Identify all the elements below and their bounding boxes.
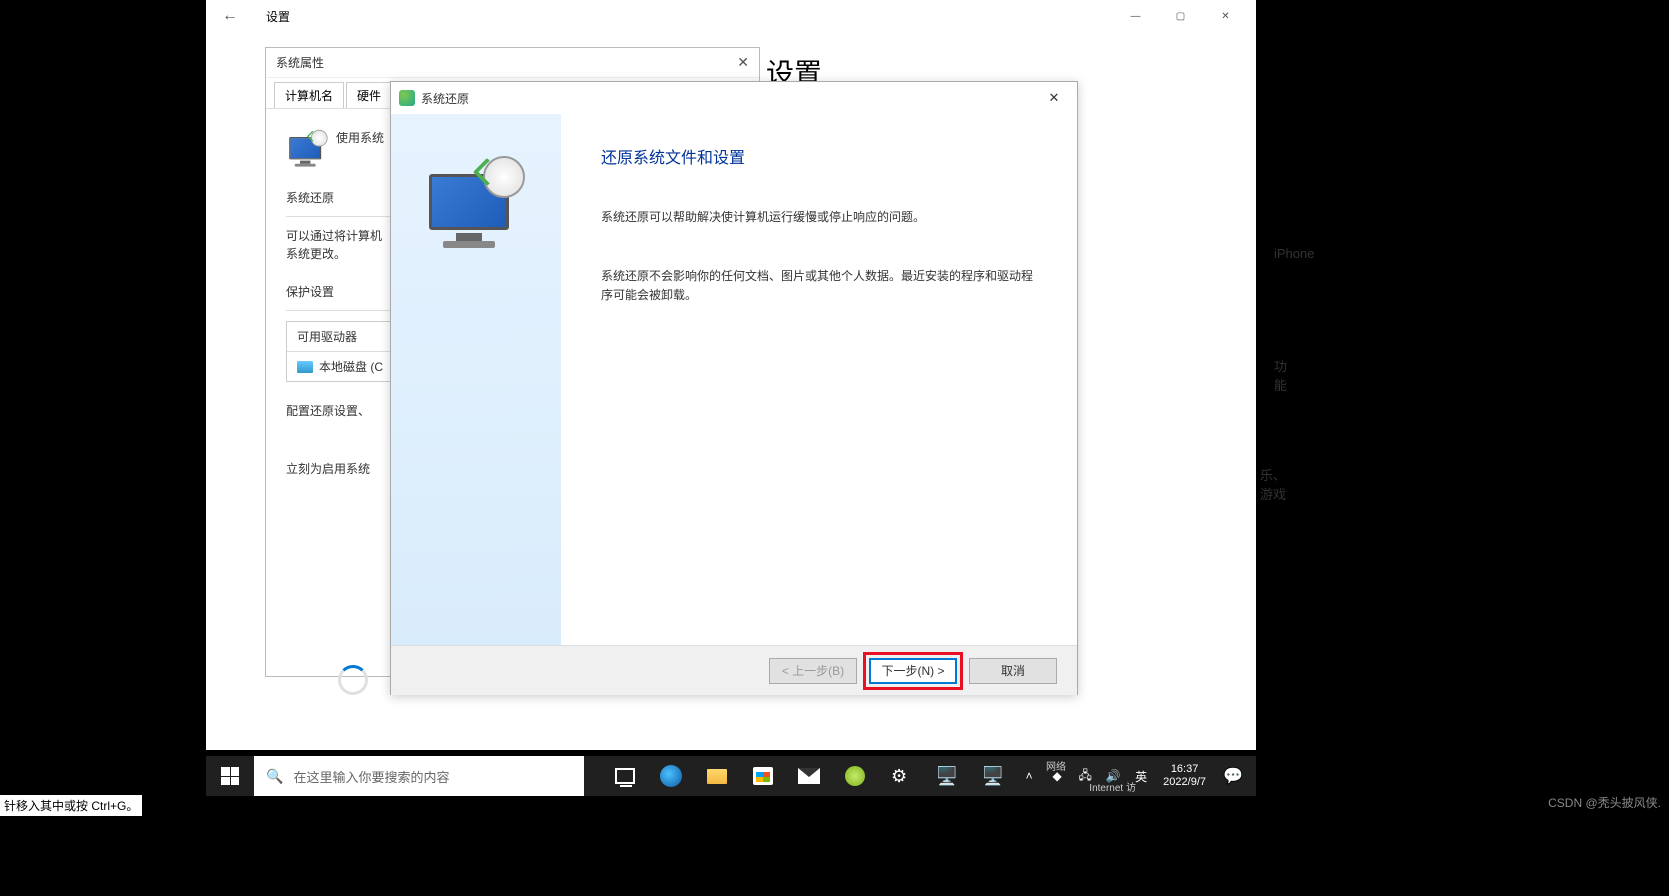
settings-titlebar: ← 设置 — ▢ ✕: [206, 0, 1256, 32]
wizard-title: 系统还原: [421, 90, 469, 107]
wizard-footer: < 上一步(B) 下一步(N) > 取消: [391, 645, 1077, 695]
windows-logo-icon: [221, 767, 239, 785]
close-icon[interactable]: ✕: [737, 54, 749, 71]
settings-side-text: 乐、游戏: [1260, 465, 1286, 503]
start-button[interactable]: [206, 756, 254, 796]
store-icon[interactable]: [742, 756, 784, 796]
minimize-icon[interactable]: —: [1113, 2, 1158, 30]
monitor-clock-icon: [421, 154, 531, 254]
wizard-paragraph-1: 系统还原可以帮助解决使计算机运行缓慢或停止响应的问题。: [601, 208, 1037, 227]
tray-overflow-icon[interactable]: ˄: [1017, 756, 1041, 796]
tab-hardware[interactable]: 硬件: [346, 82, 392, 108]
close-icon[interactable]: ✕: [1203, 2, 1248, 30]
tab-computer-name[interactable]: 计算机名: [274, 82, 344, 108]
highlight-annotation: 下一步(N) >: [863, 652, 963, 690]
wizard-paragraph-2: 系统还原不会影响你的任何文档、图片或其他个人数据。最近安装的程序和驱动程序可能会…: [601, 267, 1037, 305]
tray-clock[interactable]: 16:37 2022/9/7: [1157, 763, 1212, 789]
settings-window-title: 设置: [266, 8, 290, 25]
app-icon-2[interactable]: 🖥️: [926, 756, 968, 796]
network-tooltip: 网络: [1046, 758, 1066, 773]
settings-side-text: 功能: [1274, 356, 1287, 394]
system-restore-icon: [286, 129, 326, 169]
internet-tooltip: Internet 访: [1089, 779, 1136, 794]
back-arrow-icon[interactable]: ←: [214, 3, 246, 29]
app-icon-3[interactable]: 🖥️: [972, 756, 1014, 796]
next-button[interactable]: 下一步(N) >: [869, 658, 957, 684]
back-button: < 上一步(B): [769, 658, 857, 684]
tray-time: 16:37: [1171, 763, 1199, 776]
search-icon: 🔍: [266, 768, 283, 785]
watermark: CSDN @秃头披风侠.: [1548, 794, 1661, 811]
task-view-icon[interactable]: [604, 756, 646, 796]
settings-side-text: iPhone: [1274, 246, 1314, 261]
close-icon[interactable]: ✕: [1039, 86, 1069, 110]
file-explorer-icon[interactable]: [696, 756, 738, 796]
disk-icon: [297, 361, 313, 373]
footer-hint: 针移入其中或按 Ctrl+G。: [0, 795, 142, 816]
taskbar: 🔍 在这里输入你要搜索的内容 ⚙ 🖥️ 🖥️ ˄ ◆ 🖧 🔊 英 16:37 2…: [206, 756, 1256, 796]
wizard-sidebar: [391, 114, 561, 645]
wizard-content: 还原系统文件和设置 系统还原可以帮助解决使计算机运行缓慢或停止响应的问题。 系统…: [561, 114, 1077, 645]
mail-icon[interactable]: [788, 756, 830, 796]
app-icon[interactable]: [834, 756, 876, 796]
settings-icon[interactable]: ⚙: [880, 756, 922, 796]
action-center-icon[interactable]: 💬: [1216, 766, 1250, 786]
drive-label: 本地磁盘 (C: [319, 358, 383, 375]
system-restore-wizard: 系统还原 ✕ 还原系统文件和设置 系统还原可以帮助解决使计算机运行缓慢或停止响应…: [390, 81, 1078, 695]
wizard-titlebar: 系统还原 ✕: [391, 82, 1077, 114]
taskbar-search[interactable]: 🔍 在这里输入你要搜索的内容: [254, 756, 584, 796]
edge-icon[interactable]: [650, 756, 692, 796]
restore-icon: [399, 90, 415, 106]
tray-date: 2022/9/7: [1163, 776, 1206, 789]
settings-window-controls: — ▢ ✕: [1113, 2, 1248, 30]
wizard-heading: 还原系统文件和设置: [601, 144, 1037, 168]
use-restore-label: 使用系统: [336, 129, 384, 169]
sysprops-titlebar: 系统属性 ✕: [266, 48, 759, 78]
search-placeholder: 在这里输入你要搜索的内容: [293, 767, 449, 786]
cancel-button[interactable]: 取消: [969, 658, 1057, 684]
maximize-icon[interactable]: ▢: [1158, 2, 1203, 30]
loading-spinner-icon: [338, 665, 368, 695]
sysprops-title: 系统属性: [276, 54, 324, 71]
